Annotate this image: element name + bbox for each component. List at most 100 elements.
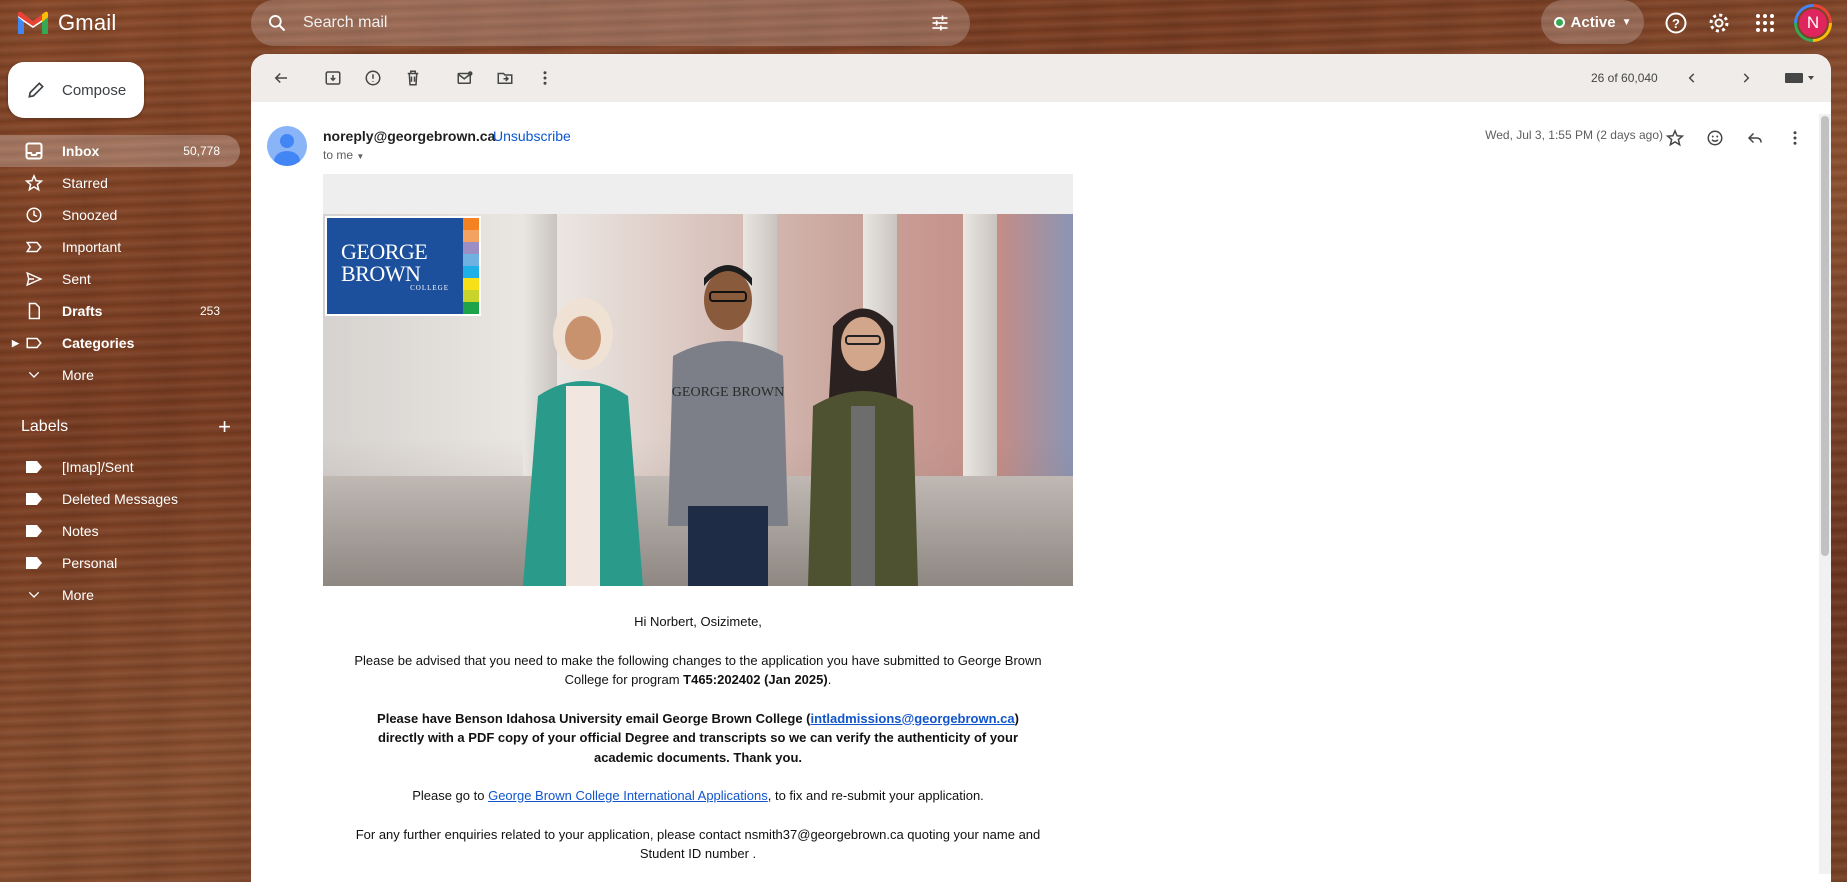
label-item-personal[interactable]: Personal: [0, 547, 240, 579]
program-code: T465:202402 (Jan 2025): [683, 672, 828, 687]
star-icon[interactable]: [1655, 118, 1695, 158]
sidebar-item-count: 253: [199, 304, 220, 318]
emoji-reaction-icon[interactable]: [1695, 118, 1735, 158]
sidebar-item-important[interactable]: Important: [0, 231, 240, 263]
help-icon[interactable]: ?: [1661, 8, 1691, 38]
input-tools-keyboard-icon[interactable]: [1780, 58, 1820, 98]
chevron-down-icon: [24, 585, 44, 605]
sidebar-item-snoozed[interactable]: Snoozed: [0, 199, 240, 231]
clock-icon: [24, 205, 44, 225]
newer-chevron-left-icon[interactable]: [1672, 58, 1712, 98]
expand-caret-icon[interactable]: ▶: [12, 338, 19, 349]
label-item-notes[interactable]: Notes: [0, 515, 240, 547]
greeting: Hi Norbert, Osizimete,: [634, 614, 762, 629]
sender-email[interactable]: noreply@georgebrown.ca: [323, 128, 495, 144]
older-chevron-right-icon[interactable]: [1726, 58, 1766, 98]
label-item-more[interactable]: More: [0, 579, 240, 611]
sidebar-item-label: Important: [62, 239, 122, 255]
add-label-icon[interactable]: +: [218, 416, 231, 438]
account-avatar[interactable]: N: [1794, 4, 1832, 42]
back-arrow-icon[interactable]: [261, 58, 301, 98]
avatar-initial: N: [1797, 7, 1829, 39]
sidebar-item-starred[interactable]: Starred: [0, 167, 240, 199]
sender-avatar[interactable]: [267, 126, 307, 166]
status-button[interactable]: Active ▼: [1541, 0, 1644, 44]
paragraph-text: Please go to: [412, 788, 489, 803]
report-spam-icon[interactable]: [353, 58, 393, 98]
label-icon: [24, 521, 44, 541]
search-icon[interactable]: [265, 11, 289, 35]
student-right-figure: [808, 308, 918, 586]
sidebar-item-label: Drafts: [62, 303, 103, 319]
svg-text:?: ?: [1672, 16, 1680, 31]
paragraph-end: .: [827, 672, 832, 687]
sidebar-item-label: Starred: [62, 175, 108, 191]
apps-grid-icon[interactable]: [1750, 8, 1780, 38]
search-bar: [251, 0, 970, 46]
reply-icon[interactable]: [1735, 118, 1775, 158]
pencil-icon: [28, 82, 44, 98]
sidebar-item-more[interactable]: More: [0, 359, 240, 391]
status-dot: [1553, 16, 1565, 28]
sidebar-item-label: Inbox: [62, 143, 100, 159]
message-header: noreply@georgebrown.ca Unsubscribe to me…: [267, 126, 1815, 176]
search-input[interactable]: [289, 14, 928, 32]
email-header-band: [323, 174, 1073, 214]
hero-image: GEORGE BROWN GEORGE BROWN COLLEGE: [323, 214, 1073, 586]
paragraph-program: Please be advised that you need to make …: [353, 651, 1043, 690]
label-item-text: Deleted Messages: [62, 491, 178, 507]
sidebar-item-label: Sent: [62, 271, 91, 287]
compose-button[interactable]: Compose: [8, 62, 144, 118]
recipient-toggle[interactable]: to me ▼: [323, 148, 364, 162]
logo-color-stripes: [463, 218, 479, 314]
scrollbar[interactable]: [1819, 114, 1831, 874]
gmail-icon: [18, 11, 48, 34]
message-actions: [1655, 118, 1815, 158]
george-brown-logo: GEORGE BROWN COLLEGE: [325, 216, 481, 316]
more-vert-icon[interactable]: [525, 58, 565, 98]
send-icon: [24, 269, 44, 289]
email-text: Hi Norbert, Osizimete, Please be advised…: [323, 612, 1073, 864]
sidebar-item-sent[interactable]: Sent: [0, 263, 240, 295]
paragraph-enquiries: For any further enquiries related to you…: [355, 826, 1041, 862]
label-item-text: Personal: [62, 555, 118, 571]
subject-hint: [551, 94, 1191, 108]
gmail-logo[interactable]: Gmail: [16, 8, 116, 38]
inbox-icon: [24, 141, 44, 161]
international-applications-link[interactable]: George Brown College International Appli…: [488, 788, 768, 803]
label-item-text: More: [62, 587, 94, 603]
archive-icon[interactable]: [313, 58, 353, 98]
paragraph-text: Please have Benson Idahosa University em…: [377, 710, 811, 726]
label-item-imap-sent[interactable]: [Imap]/Sent: [0, 451, 240, 483]
delete-icon[interactable]: [393, 58, 433, 98]
sidebar-item-label: Snoozed: [62, 207, 118, 223]
sidebar-item-label: More: [62, 367, 94, 383]
sidebar-item-inbox[interactable]: Inbox 50,778: [0, 135, 240, 167]
more-vert-icon[interactable]: [1775, 118, 1815, 158]
pager: 26 of 60,040: [1591, 54, 1820, 102]
sidebar-item-categories[interactable]: ▶ Categories: [0, 327, 240, 359]
search-options-icon[interactable]: [928, 11, 952, 35]
labels-header: Labels +: [21, 416, 231, 438]
settings-icon[interactable]: [1704, 8, 1734, 38]
logo-line-1: GEORGE: [341, 238, 428, 264]
student-middle-figure: GEORGE BROWN: [668, 265, 788, 586]
app-name: Gmail: [58, 10, 117, 35]
svg-text:GEORGE BROWN: GEORGE BROWN: [672, 385, 784, 400]
logo-line-3: COLLEGE: [410, 283, 449, 292]
label-icon: [24, 457, 44, 477]
label-item-deleted-messages[interactable]: Deleted Messages: [0, 483, 240, 515]
sidebar-item-drafts[interactable]: Drafts 253: [0, 295, 240, 327]
star-icon: [24, 173, 44, 193]
message-pane: 26 of 60,040 noreply@georgebrown.ca Unsu…: [251, 54, 1831, 882]
label-icon: [24, 333, 44, 353]
compose-label: Compose: [62, 81, 127, 99]
mark-unread-icon[interactable]: [445, 58, 485, 98]
paragraph-text: , to fix and re-submit your application.: [767, 788, 984, 803]
sidebar-item-count: 50,778: [183, 144, 220, 158]
unsubscribe-link[interactable]: Unsubscribe: [493, 128, 571, 144]
move-to-icon[interactable]: [485, 58, 525, 98]
label-icon: [24, 489, 44, 509]
intl-admissions-email-link[interactable]: intladmissions@georgebrown.ca: [811, 711, 1015, 726]
labels-list: [Imap]/Sent Deleted Messages Notes Perso…: [0, 451, 240, 611]
